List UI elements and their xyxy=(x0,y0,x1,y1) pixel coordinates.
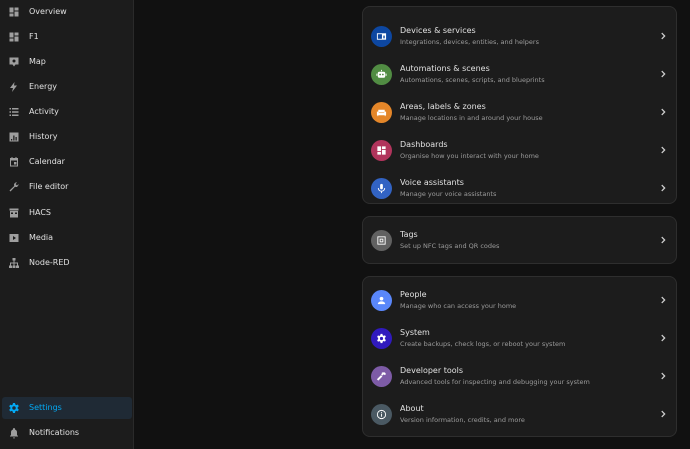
sofa-icon xyxy=(371,102,392,123)
sidebar-item-label: Energy xyxy=(29,82,58,91)
list-icon xyxy=(9,108,19,116)
sidebar-item-label: Calendar xyxy=(29,157,65,166)
settings-row-devices-services[interactable]: Devices & services Integrations, devices… xyxy=(363,18,676,56)
sidebar-item-media[interactable]: Media xyxy=(0,227,134,249)
sidebar-item-label: History xyxy=(29,132,58,141)
calendar-icon xyxy=(10,157,18,167)
account-icon xyxy=(371,290,392,311)
row-title: People xyxy=(400,290,427,299)
settings-row-voice-assistants[interactable]: Voice assistants Manage your voice assis… xyxy=(363,170,676,208)
row-subtitle: Manage who can access your home xyxy=(400,302,517,310)
row-subtitle: Automations, scenes, scripts, and bluepr… xyxy=(400,76,545,84)
sidebar-item-label: F1 xyxy=(29,32,39,41)
dashboard-grid-icon xyxy=(9,32,19,42)
sidebar-item-label: File editor xyxy=(29,182,69,191)
chevron-right-icon xyxy=(661,236,666,244)
sidebar: Overview F1 Map Energy Activity History … xyxy=(0,0,134,449)
settings-card-system: People Manage who can access your home S… xyxy=(362,276,677,437)
settings-row-areas-labels-zones[interactable]: Areas, labels & zones Manage locations i… xyxy=(363,94,676,132)
sidebar-item-file-editor[interactable]: File editor xyxy=(0,176,134,198)
sidebar-item-history[interactable]: History xyxy=(0,126,134,148)
settings-row-developer-tools[interactable]: Developer tools Advanced tools for inspe… xyxy=(363,358,676,396)
sidebar-item-activity[interactable]: Activity xyxy=(0,101,134,123)
chevron-right-icon xyxy=(661,32,666,40)
sidebar-item-overview[interactable]: Overview xyxy=(0,1,134,23)
sidebar-item-notifications[interactable]: Notifications xyxy=(0,422,134,444)
chart-box-icon xyxy=(9,132,19,142)
sidebar-item-calendar[interactable]: Calendar xyxy=(0,151,134,173)
robot-icon xyxy=(371,64,392,85)
sidebar-item-f1[interactable]: F1 xyxy=(0,26,134,48)
row-subtitle: Manage your voice assistants xyxy=(400,190,497,198)
sidebar-item-label: Notifications xyxy=(29,428,80,437)
row-title: Areas, labels & zones xyxy=(400,102,486,111)
settings-row-people[interactable]: People Manage who can access your home xyxy=(363,282,676,320)
hammer-icon xyxy=(371,366,392,387)
chevron-right-icon xyxy=(661,372,666,380)
row-subtitle: Organise how you interact with your home xyxy=(400,152,539,160)
settings-card-primary: Devices & services Integrations, devices… xyxy=(362,6,677,204)
dashboard-grid-icon xyxy=(9,7,19,17)
row-subtitle: Manage locations in and around your hous… xyxy=(400,114,543,122)
settings-row-tags[interactable]: Tags Set up NFC tags and QR codes xyxy=(363,222,676,260)
chevron-right-icon xyxy=(661,70,666,78)
row-title: Voice assistants xyxy=(400,178,464,187)
chevron-right-icon xyxy=(661,410,666,418)
sitemap-icon xyxy=(9,258,19,268)
chevron-right-icon xyxy=(661,334,666,342)
sidebar-item-label: HACS xyxy=(29,208,52,217)
play-box-icon xyxy=(9,234,19,242)
sidebar-item-node-red[interactable]: Node-RED xyxy=(0,252,134,274)
sidebar-item-label: Activity xyxy=(29,107,59,116)
sidebar-item-energy[interactable]: Energy xyxy=(0,76,134,98)
sidebar-item-label: Media xyxy=(29,233,54,242)
devices-icon xyxy=(371,26,392,47)
cog-icon xyxy=(371,328,392,349)
hacs-store-icon xyxy=(9,208,19,218)
row-title: Dashboards xyxy=(400,140,448,149)
row-title: Devices & services xyxy=(400,26,476,35)
sidebar-item-hacs[interactable]: HACS xyxy=(0,202,134,224)
row-subtitle: Advanced tools for inspecting and debugg… xyxy=(400,378,590,386)
row-title: Automations & scenes xyxy=(400,64,490,73)
chevron-right-icon xyxy=(661,184,666,192)
wrench-icon xyxy=(9,182,19,192)
row-subtitle: Create backups, check logs, or reboot yo… xyxy=(400,340,566,348)
settings-row-automations-scenes[interactable]: Automations & scenes Automations, scenes… xyxy=(363,56,676,94)
view-dashboard-icon xyxy=(371,140,392,161)
sidebar-item-map[interactable]: Map xyxy=(0,51,134,73)
sidebar-item-label: Node-RED xyxy=(29,258,70,267)
row-title: About xyxy=(400,404,424,413)
sidebar-item-label: Settings xyxy=(29,403,62,412)
row-subtitle: Version information, credits, and more xyxy=(400,416,525,424)
row-subtitle: Integrations, devices, entities, and hel… xyxy=(400,38,539,46)
sidebar-item-label: Overview xyxy=(29,7,67,16)
chevron-right-icon xyxy=(661,146,666,154)
settings-row-system[interactable]: System Create backups, check logs, or re… xyxy=(363,320,676,358)
settings-row-about[interactable]: About Version information, credits, and … xyxy=(363,396,676,434)
row-title: Tags xyxy=(400,230,418,239)
chevron-right-icon xyxy=(661,108,666,116)
chevron-right-icon xyxy=(661,296,666,304)
nfc-tag-icon xyxy=(371,230,392,251)
lightning-bolt-icon xyxy=(10,82,17,92)
row-subtitle: Set up NFC tags and QR codes xyxy=(400,242,500,250)
sidebar-item-label: Map xyxy=(29,57,46,66)
cog-icon xyxy=(9,403,19,413)
sidebar-item-settings[interactable]: Settings xyxy=(2,397,132,419)
settings-card-tags: Tags Set up NFC tags and QR codes xyxy=(362,216,677,264)
settings-row-dashboards[interactable]: Dashboards Organise how you interact wit… xyxy=(363,132,676,170)
row-title: Developer tools xyxy=(400,366,464,375)
info-icon xyxy=(371,404,392,425)
row-title: System xyxy=(400,328,430,337)
map-icon xyxy=(9,57,19,67)
microphone-icon xyxy=(371,178,392,199)
bell-icon xyxy=(10,428,18,439)
